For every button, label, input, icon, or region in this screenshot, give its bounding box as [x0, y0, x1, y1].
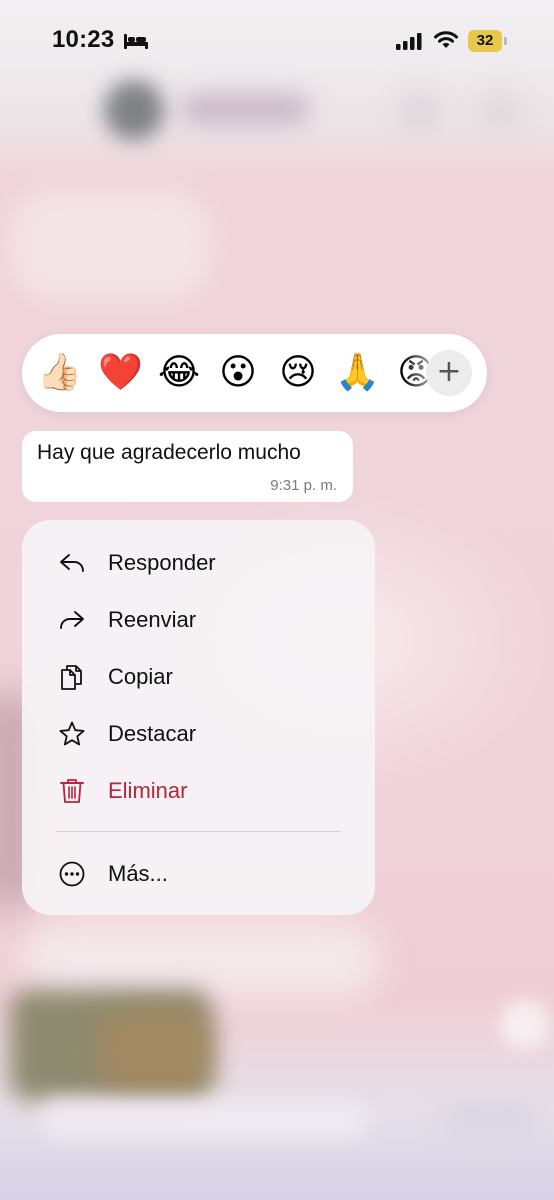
battery-icon: 32 — [468, 30, 508, 52]
crying-reaction[interactable]: 😢 — [276, 351, 320, 395]
laughing-reaction[interactable]: 😂 — [157, 351, 201, 395]
blurred-avatar — [104, 80, 164, 140]
menu-item-reenviar[interactable]: Reenviar — [22, 595, 375, 645]
battery-tip — [504, 37, 507, 45]
blurred-contact-name — [180, 94, 310, 124]
message-text: Hay que agradecerlo mucho — [37, 441, 301, 464]
wifi-icon — [434, 31, 458, 48]
blurred-button — [500, 1000, 550, 1050]
menu-label-eliminar: Eliminar — [108, 778, 188, 803]
signal-icon — [396, 33, 422, 50]
bed-icon — [124, 34, 148, 49]
menu-item-copiar[interactable]: Copiar — [22, 652, 375, 702]
menu-item-eliminar[interactable]: Eliminar — [22, 766, 375, 816]
surprised-reaction[interactable]: 😮 — [216, 351, 260, 395]
status-bar: 10:23 32 — [0, 0, 554, 80]
more-reactions-button[interactable]: + — [426, 350, 472, 396]
status-time: 10:23 — [52, 26, 115, 53]
heart-reaction[interactable]: ❤️ — [98, 351, 143, 395]
menu-label-responder: Responder — [108, 550, 216, 575]
menu-item-responder[interactable]: Responder — [22, 538, 375, 588]
menu-label-destacar: Destacar — [108, 721, 197, 746]
blurred-input-icons — [440, 1100, 540, 1140]
menu-item-mas[interactable]: Más... — [22, 849, 375, 899]
menu-divider — [56, 831, 341, 832]
thumbs-up-reaction[interactable]: 👍🏻 — [37, 351, 82, 395]
menu-label-mas: Más... — [108, 861, 168, 886]
menu-label-reenviar: Reenviar — [108, 607, 197, 632]
reply-icon — [60, 554, 84, 572]
copy-icon — [61, 665, 82, 690]
more-icon — [59, 861, 85, 887]
context-menu: Responder Reenviar Copiar Destacar Elimi… — [22, 520, 375, 915]
blurred-message — [20, 920, 380, 1000]
star-icon — [59, 721, 85, 746]
menu-item-destacar[interactable]: Destacar — [22, 709, 375, 759]
blurred-input-bar — [40, 1100, 370, 1140]
trash-icon — [60, 779, 84, 803]
pray-reaction[interactable]: 🙏 — [335, 351, 380, 395]
battery-level: 32 — [476, 32, 494, 49]
blurred-header-icon — [480, 96, 520, 126]
menu-label-copiar: Copiar — [108, 664, 173, 689]
message-bubble[interactable]: Hay que agradecerlo mucho 9:31 p. m. — [22, 431, 353, 502]
blurred-photo — [100, 1010, 210, 1090]
reaction-bar: 👍🏻 ❤️ 😂 😮 😢 🙏 😡 + — [22, 334, 487, 412]
message-time: 9:31 p. m. — [270, 477, 337, 494]
blurred-message — [10, 190, 210, 300]
blurred-header-icon — [400, 96, 440, 126]
forward-icon — [60, 611, 84, 629]
